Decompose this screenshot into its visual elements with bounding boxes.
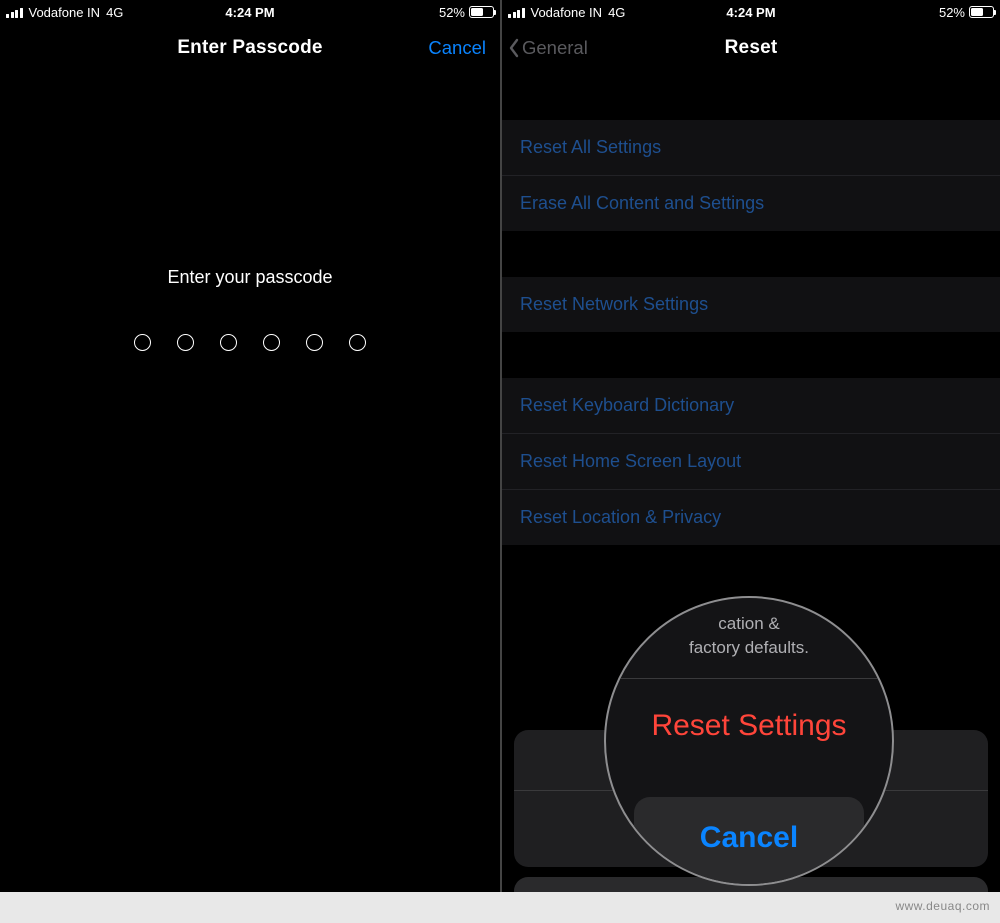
network-label: 4G: [106, 5, 123, 20]
back-button[interactable]: General: [508, 22, 588, 74]
signal-icon: [508, 7, 525, 18]
signal-icon: [6, 7, 23, 18]
status-bar: Vodafone IN 4G 4:24 PM 52%: [502, 0, 1000, 22]
back-label: General: [522, 37, 588, 59]
watermark: www.deuaq.com: [895, 899, 990, 913]
phone-left: Vodafone IN 4G 4:24 PM 52% Enter Passcod…: [0, 0, 500, 892]
reset-network-settings[interactable]: Reset Network Settings: [502, 277, 1000, 332]
battery-icon: [969, 6, 994, 18]
cancel-button[interactable]: Cancel: [428, 22, 486, 74]
nav-bar-passcode: Enter Passcode Cancel: [0, 22, 500, 74]
status-bar: Vodafone IN 4G 4:24 PM 52%: [0, 0, 500, 22]
reset-all-settings[interactable]: Reset All Settings: [502, 120, 1000, 176]
chevron-back-icon: [508, 38, 520, 58]
magnified-sheet-message: cation & factory defaults.: [606, 608, 892, 679]
carrier-label: Vodafone IN: [29, 5, 101, 20]
reset-group-1: Reset All Settings Erase All Content and…: [502, 120, 1000, 231]
passcode-dot: [220, 334, 237, 351]
reset-group-2: Reset Network Settings: [502, 277, 1000, 332]
passcode-dot: [349, 334, 366, 351]
passcode-dot: [306, 334, 323, 351]
nav-title: Enter Passcode: [177, 37, 322, 59]
reset-location-privacy[interactable]: Reset Location & Privacy: [502, 490, 1000, 545]
nav-title: Reset: [725, 37, 778, 59]
network-label: 4G: [608, 5, 625, 20]
reset-keyboard-dictionary[interactable]: Reset Keyboard Dictionary: [502, 378, 1000, 434]
battery-percent: 52%: [439, 5, 465, 20]
magnified-cancel-button[interactable]: Cancel: [634, 797, 864, 886]
battery-percent: 52%: [939, 5, 965, 20]
reset-home-screen-layout[interactable]: Reset Home Screen Layout: [502, 434, 1000, 490]
passcode-dot: [263, 334, 280, 351]
magnified-reset-settings-button[interactable]: Reset Settings: [606, 679, 892, 783]
passcode-dot: [177, 334, 194, 351]
erase-all-content[interactable]: Erase All Content and Settings: [502, 176, 1000, 231]
reset-group-3: Reset Keyboard Dictionary Reset Home Scr…: [502, 378, 1000, 545]
passcode-dots[interactable]: [0, 334, 500, 351]
nav-bar-reset: General Reset: [502, 22, 1000, 74]
passcode-instruction: Enter your passcode: [0, 267, 500, 288]
carrier-label: Vodafone IN: [531, 5, 603, 20]
passcode-dot: [134, 334, 151, 351]
battery-icon: [469, 6, 494, 18]
magnifier-highlight-icon: cation & factory defaults. Reset Setting…: [604, 596, 894, 886]
